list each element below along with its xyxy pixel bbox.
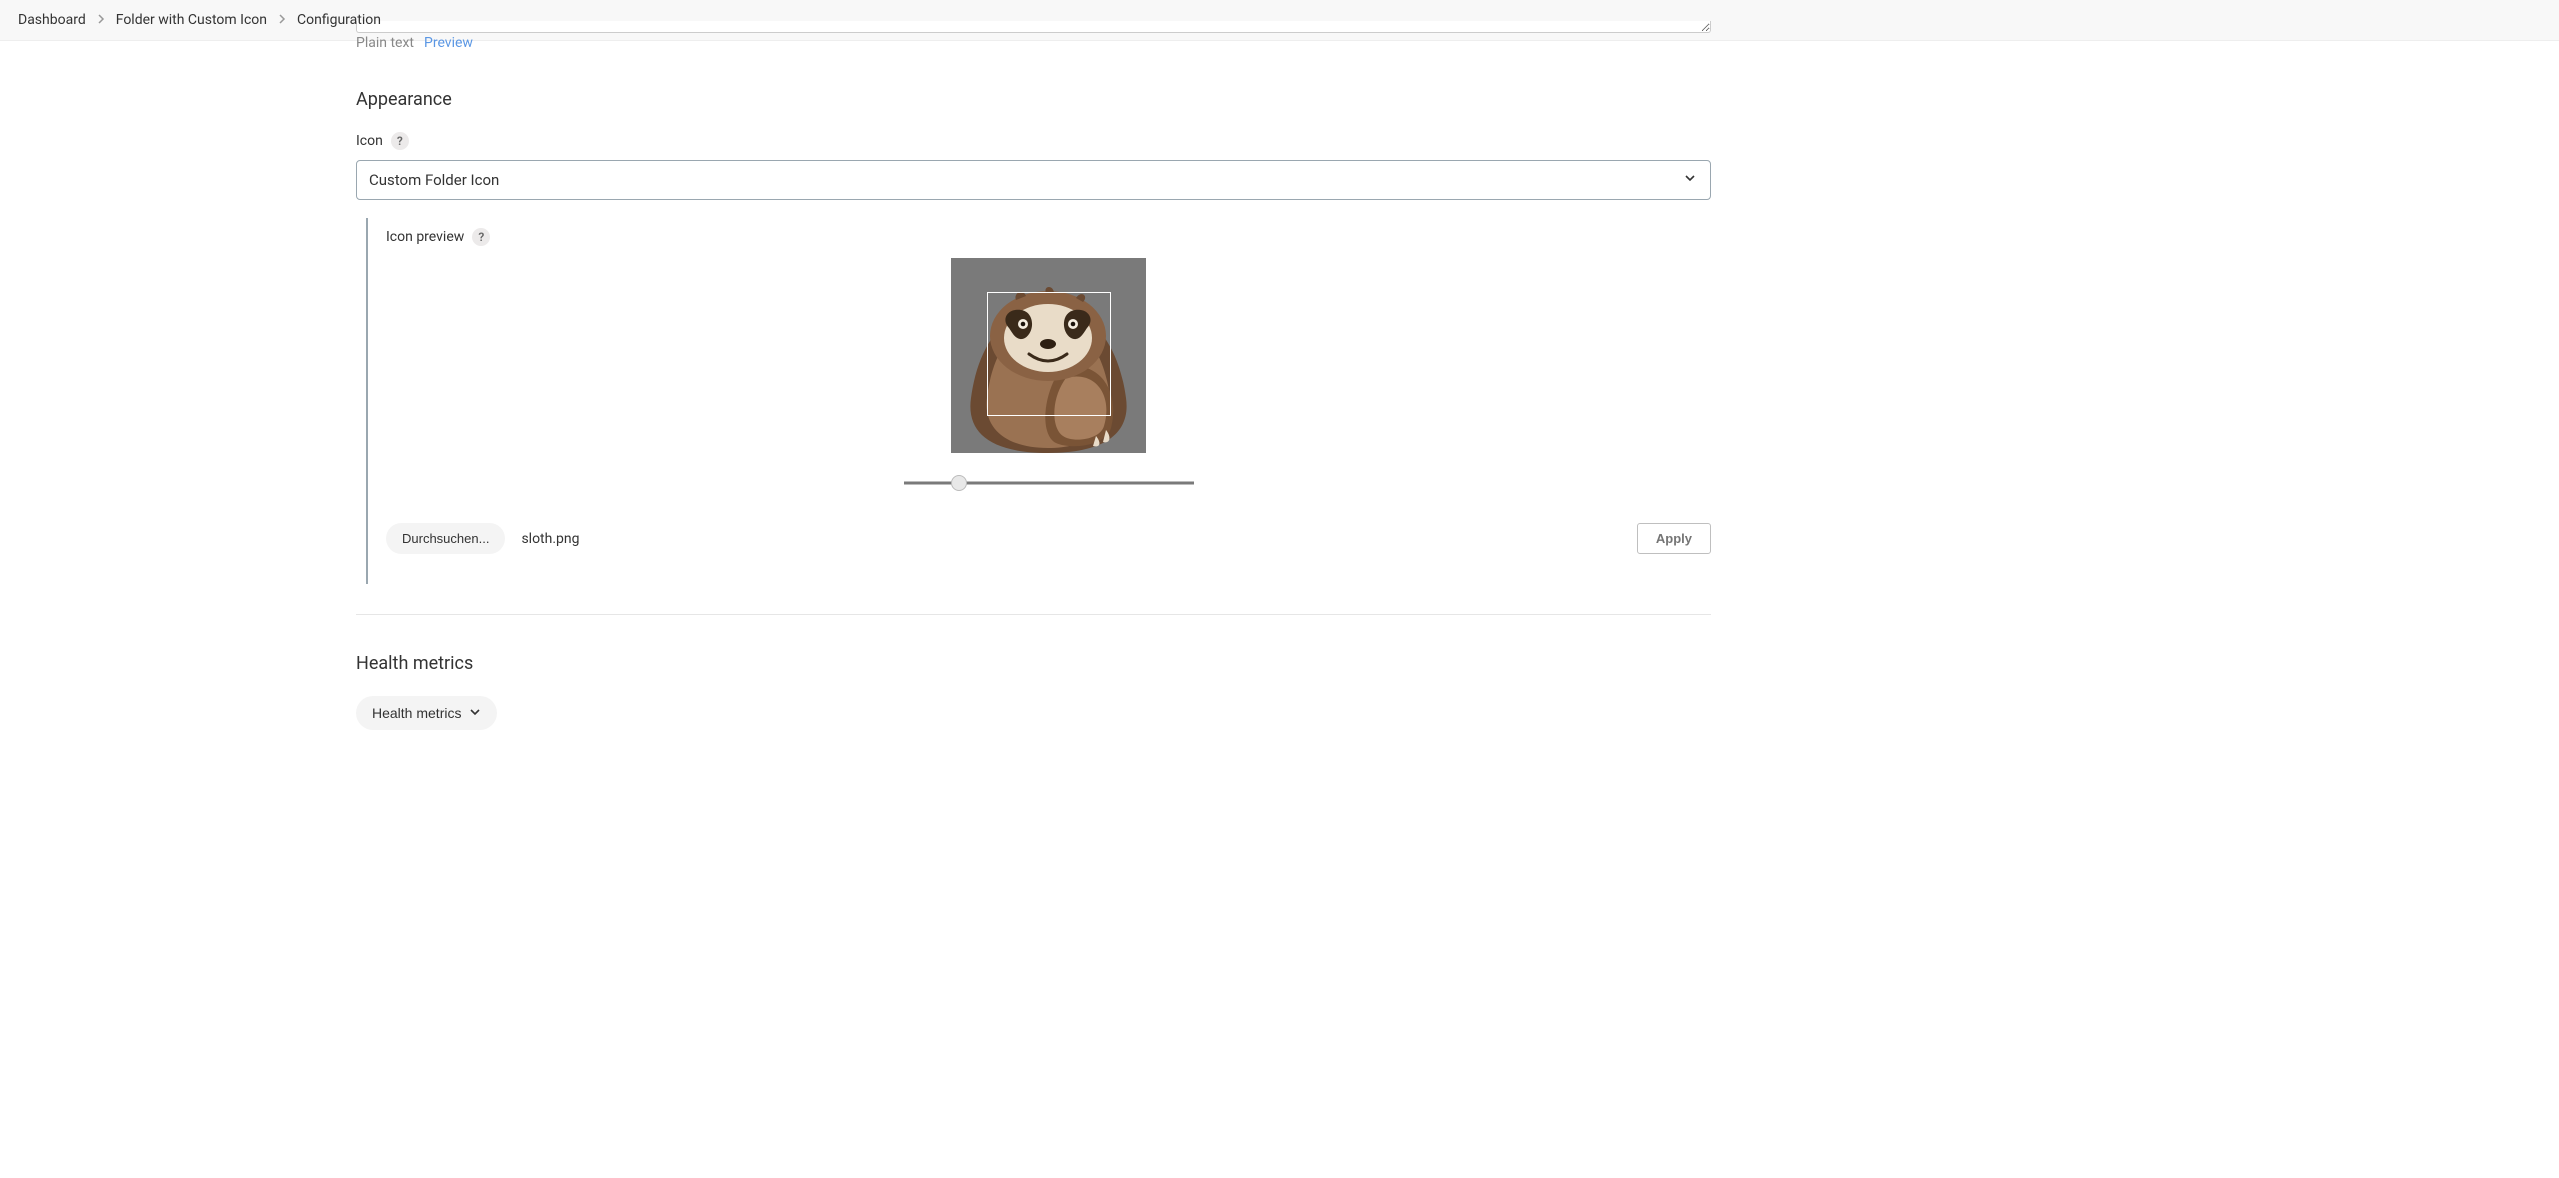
browse-button[interactable]: Durchsuchen... [386,523,505,554]
uploaded-file-name: sloth.png [521,531,579,547]
icon-label: Icon [356,133,383,149]
description-textarea[interactable] [356,21,1711,33]
description-tabs: Plain text Preview [356,35,1711,51]
file-left: Durchsuchen... sloth.png [386,523,580,554]
chevron-down-icon [469,705,481,721]
main-content: Plain text Preview Appearance Icon ? Cus… [356,21,1731,790]
chevron-right-icon [96,12,106,28]
tab-plain-text[interactable]: Plain text [356,35,414,51]
description-field-partial: Plain text Preview [356,21,1711,51]
icon-form-row: Icon ? Custom Folder Icon [356,132,1711,200]
slider-thumb[interactable] [951,475,967,491]
icon-preview-canvas[interactable] [951,258,1146,453]
file-upload-row: Durchsuchen... sloth.png Apply [386,523,1711,554]
icon-preview-block: Icon preview ? [366,218,1711,584]
section-title-appearance: Appearance [356,89,1711,110]
slider-track [904,482,1194,485]
help-icon[interactable]: ? [472,228,490,246]
crop-frame[interactable] [987,292,1111,416]
icon-preview-label-row: Icon preview ? [386,228,1711,246]
help-icon[interactable]: ? [391,132,409,150]
zoom-slider[interactable] [904,473,1194,493]
section-title-health: Health metrics [356,653,1711,674]
apply-button[interactable]: Apply [1637,523,1711,554]
icon-preview-label: Icon preview [386,229,464,245]
breadcrumb-item-dashboard[interactable]: Dashboard [18,12,86,28]
icon-label-row: Icon ? [356,132,1711,150]
chevron-right-icon [277,12,287,28]
health-metrics-button[interactable]: Health metrics [356,696,497,730]
breadcrumb-item-folder[interactable]: Folder with Custom Icon [116,12,267,28]
tab-preview[interactable]: Preview [424,35,473,51]
icon-select[interactable]: Custom Folder Icon [356,160,1711,200]
icon-select-wrap: Custom Folder Icon [356,160,1711,200]
breadcrumb-item-configuration: Configuration [297,12,381,28]
health-metrics-button-label: Health metrics [372,705,461,721]
section-divider [356,614,1711,615]
